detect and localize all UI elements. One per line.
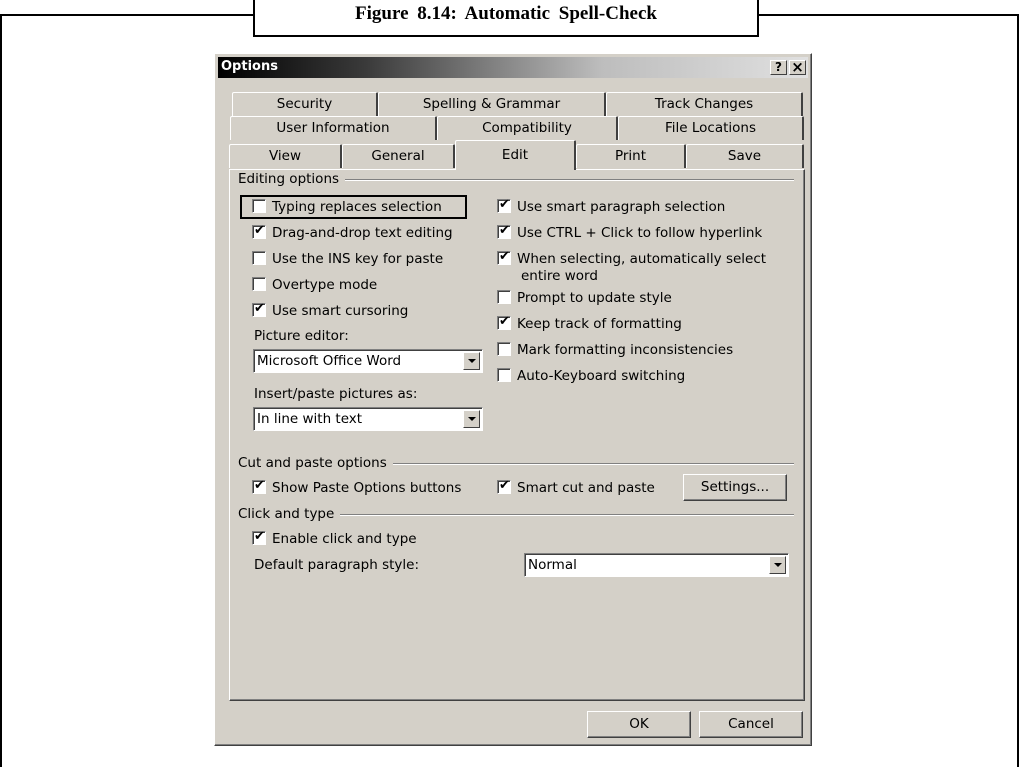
smart-cursoring-checkbox[interactable]: ✔ Use smart cursoring bbox=[252, 301, 409, 320]
figure-caption-box: Figure 8.14: Automatic Spell-Check bbox=[253, 0, 759, 37]
tab-user-information[interactable]: User Information bbox=[230, 116, 437, 140]
title-bar: Options ? × bbox=[218, 57, 808, 78]
auto-select-word-checkbox[interactable]: ✔ When selecting, automatically select bbox=[497, 249, 767, 268]
check-mark-icon: ✔ bbox=[499, 314, 510, 329]
checkbox-box[interactable]: ✔ bbox=[252, 478, 266, 494]
overtype-mode-checkbox[interactable]: Overtype mode bbox=[252, 277, 377, 294]
option-label: Enable click and type bbox=[272, 531, 417, 547]
cut-paste-heading: Cut and paste options bbox=[238, 455, 393, 471]
edit-tab-panel: Editing options Typing replaces selectio… bbox=[229, 169, 805, 701]
settings-button[interactable]: Settings... bbox=[683, 474, 787, 501]
check-mark-icon: ✔ bbox=[254, 223, 265, 238]
tab-security[interactable]: Security bbox=[232, 92, 378, 116]
default-paragraph-style-label: Default paragraph style: bbox=[254, 557, 420, 573]
option-label: Auto-Keyboard switching bbox=[517, 368, 686, 384]
option-label: Prompt to update style bbox=[517, 290, 672, 306]
checkbox-box[interactable]: ✔ bbox=[497, 249, 511, 265]
tab-track-changes[interactable]: Track Changes bbox=[606, 92, 803, 116]
enable-click-type-checkbox[interactable]: ✔ Enable click and type bbox=[252, 529, 417, 548]
check-mark-icon: ✔ bbox=[254, 529, 265, 544]
cancel-button[interactable]: Cancel bbox=[699, 711, 803, 738]
checkbox-box[interactable] bbox=[497, 368, 511, 382]
check-mark-icon: ✔ bbox=[254, 301, 265, 316]
smart-paragraph-checkbox[interactable]: ✔ Use smart paragraph selection bbox=[497, 197, 726, 216]
click-type-heading: Click and type bbox=[238, 506, 341, 522]
checkbox-box[interactable] bbox=[252, 277, 266, 291]
check-mark-icon: ✔ bbox=[499, 223, 510, 238]
prompt-update-style-checkbox[interactable]: Prompt to update style bbox=[497, 290, 672, 307]
checkbox-box[interactable]: ✔ bbox=[252, 301, 266, 317]
checkbox-box[interactable]: ✔ bbox=[497, 314, 511, 330]
close-button[interactable]: × bbox=[789, 60, 806, 75]
check-mark-icon: ✔ bbox=[499, 249, 510, 264]
option-label: Drag-and-drop text editing bbox=[272, 225, 453, 241]
option-label: Typing replaces selection bbox=[272, 199, 442, 215]
default-paragraph-style-select[interactable]: Normal bbox=[524, 553, 789, 577]
mark-inconsistencies-checkbox[interactable]: Mark formatting inconsistencies bbox=[497, 342, 733, 359]
tab-general[interactable]: General bbox=[342, 144, 455, 168]
ctrl-click-hyperlink-checkbox[interactable]: ✔ Use CTRL + Click to follow hyperlink bbox=[497, 223, 763, 242]
insert-pictures-select[interactable]: In line with text bbox=[253, 407, 483, 431]
keep-track-formatting-checkbox[interactable]: ✔ Keep track of formatting bbox=[497, 314, 682, 333]
insert-pictures-value: In line with text bbox=[257, 411, 363, 427]
tab-edit[interactable]: Edit bbox=[455, 140, 576, 170]
drag-drop-checkbox[interactable]: ✔ Drag-and-drop text editing bbox=[252, 223, 453, 242]
ok-button[interactable]: OK bbox=[587, 711, 691, 738]
dropdown-arrow-icon[interactable] bbox=[463, 352, 480, 370]
checkbox-box[interactable]: ✔ bbox=[497, 478, 511, 494]
checkbox-box[interactable] bbox=[497, 342, 511, 356]
dialog-title: Options bbox=[221, 59, 278, 74]
options-dialog: Options ? × Security Spelling & Grammar … bbox=[214, 53, 812, 746]
tab-save[interactable]: Save bbox=[686, 144, 804, 168]
show-paste-options-checkbox[interactable]: ✔ Show Paste Options buttons bbox=[252, 478, 462, 497]
default-paragraph-style-value: Normal bbox=[528, 557, 577, 573]
checkbox-box[interactable] bbox=[497, 290, 511, 304]
picture-editor-label: Picture editor: bbox=[254, 328, 349, 344]
option-label: Use smart cursoring bbox=[272, 303, 409, 319]
auto-select-word-label-line2: entire word bbox=[521, 268, 598, 284]
tab-print[interactable]: Print bbox=[576, 144, 686, 168]
figure-frame-left bbox=[0, 14, 2, 767]
checkbox-box[interactable]: ✔ bbox=[252, 223, 266, 239]
option-label: When selecting, automatically select bbox=[517, 251, 767, 267]
auto-keyboard-switching-checkbox[interactable]: Auto-Keyboard switching bbox=[497, 368, 685, 385]
editing-options-heading: Editing options bbox=[238, 171, 346, 187]
tab-compatibility[interactable]: Compatibility bbox=[437, 116, 618, 140]
option-label: Use CTRL + Click to follow hyperlink bbox=[517, 225, 763, 241]
checkbox-box[interactable]: ✔ bbox=[497, 197, 511, 213]
option-label: Show Paste Options buttons bbox=[272, 480, 462, 496]
check-mark-icon: ✔ bbox=[499, 197, 510, 212]
option-label: Mark formatting inconsistencies bbox=[517, 342, 734, 358]
smart-cut-paste-checkbox[interactable]: ✔ Smart cut and paste bbox=[497, 478, 655, 497]
figure-caption: Figure 8.14: Automatic Spell-Check bbox=[355, 3, 657, 24]
checkbox-box[interactable]: ✔ bbox=[497, 223, 511, 239]
checkbox-box[interactable] bbox=[252, 251, 266, 265]
tab-view[interactable]: View bbox=[229, 144, 342, 168]
checkbox-box[interactable]: ✔ bbox=[252, 529, 266, 545]
dropdown-arrow-icon[interactable] bbox=[769, 556, 786, 574]
dropdown-arrow-icon[interactable] bbox=[463, 410, 480, 428]
check-mark-icon: ✔ bbox=[254, 478, 265, 493]
option-label: Keep track of formatting bbox=[517, 316, 682, 332]
ins-key-paste-checkbox[interactable]: Use the INS key for paste bbox=[252, 251, 443, 268]
help-button[interactable]: ? bbox=[770, 60, 787, 75]
insert-pictures-label: Insert/paste pictures as: bbox=[254, 386, 418, 402]
tab-spelling-grammar[interactable]: Spelling & Grammar bbox=[378, 92, 606, 116]
typing-replaces-selection-checkbox[interactable]: Typing replaces selection bbox=[252, 199, 442, 216]
check-mark-icon: ✔ bbox=[499, 478, 510, 493]
figure-frame-top-right bbox=[757, 14, 1019, 16]
option-label: Smart cut and paste bbox=[517, 480, 655, 496]
picture-editor-select[interactable]: Microsoft Office Word bbox=[253, 349, 483, 373]
tab-file-locations[interactable]: File Locations bbox=[618, 116, 804, 140]
option-label: Overtype mode bbox=[272, 277, 378, 293]
figure-frame-top-left bbox=[0, 14, 255, 16]
option-label: Use smart paragraph selection bbox=[517, 199, 726, 215]
checkbox-box[interactable] bbox=[252, 199, 266, 213]
option-label: Use the INS key for paste bbox=[272, 251, 444, 267]
picture-editor-value: Microsoft Office Word bbox=[257, 353, 402, 369]
